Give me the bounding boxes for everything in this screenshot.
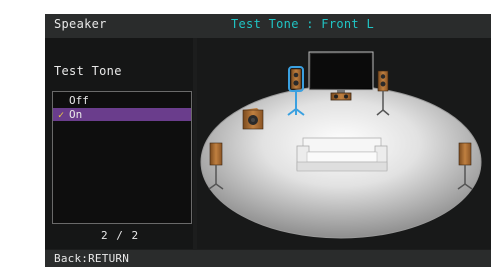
subwoofer-icon[interactable]: [242, 108, 264, 130]
option-list: Off ✓ On: [52, 91, 192, 224]
test-tone-label: Test Tone: [54, 64, 122, 78]
page-title: Speaker: [54, 17, 107, 31]
title-bar: Speaker Test Tone : Front L: [45, 14, 491, 38]
center-speaker-icon: [330, 92, 352, 101]
option-off[interactable]: Off: [53, 94, 191, 107]
test-tone-status: Test Tone : Front L: [231, 17, 374, 31]
option-on[interactable]: ✓ On: [53, 108, 191, 121]
tv-icon: [308, 51, 374, 93]
option-on-label: On: [69, 108, 83, 121]
speaker-layout-view: [197, 38, 491, 249]
checkmark-icon: ✓: [58, 110, 65, 121]
speaker-layout-illustration: [200, 51, 482, 239]
osd-screen: Speaker Test Tone : Front L Test Tone Of…: [45, 14, 491, 267]
footer-bar: Back:RETURN: [45, 250, 491, 267]
page-indicator: 2 / 2: [101, 229, 140, 242]
option-off-label: Off: [69, 94, 89, 107]
sofa-icon: [296, 137, 388, 172]
back-return-hint[interactable]: Back:RETURN: [54, 252, 129, 265]
